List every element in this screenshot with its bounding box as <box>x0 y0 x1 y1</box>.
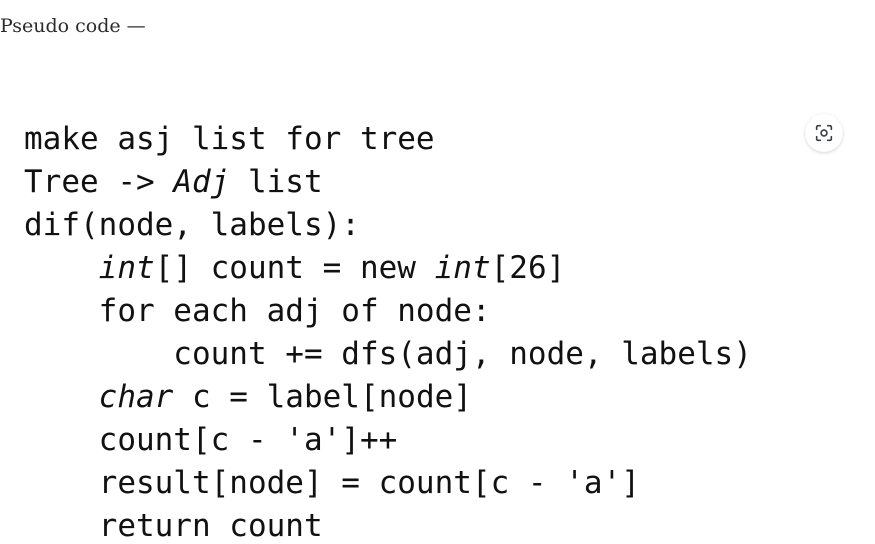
code-token: count[c - 'a']++ <box>24 422 398 458</box>
code-token: Tree -> <box>24 164 174 200</box>
code-line: char c = label[node] <box>24 376 864 419</box>
code-line: count += dfs(adj, node, labels) <box>24 333 864 376</box>
code-token: c = label[node] <box>173 379 472 415</box>
code-line: return count <box>24 505 864 544</box>
code-token: [] count = new <box>154 250 435 286</box>
code-token: for each adj of node: <box>24 293 491 329</box>
code-line: dif(node, labels): <box>24 204 864 247</box>
code-line: for each adj of node: <box>24 290 864 333</box>
code-line: result[node] = count[c - 'a'] <box>24 462 864 505</box>
code-line: Tree -> Adj list <box>24 161 864 204</box>
code-type-token: Adj <box>173 164 230 200</box>
code-token: [26] <box>490 250 566 286</box>
code-block: make asj list for tree Tree -> Adj list di… <box>24 118 864 544</box>
code-token: result[node] = count[c - 'a'] <box>24 465 640 501</box>
code-token: list <box>229 164 323 200</box>
code-line: int[] count = new int[26] <box>24 247 864 290</box>
text-scan-button[interactable] <box>805 114 843 152</box>
code-listing: make asj list for tree Tree -> Adj list di… <box>24 118 864 544</box>
code-line: make asj list for tree <box>24 118 864 161</box>
code-token: make asj list for tree <box>24 121 435 157</box>
page: Pseudo code — make asj list for tree Tree… <box>0 0 875 544</box>
code-token: return count <box>24 508 323 544</box>
code-type-token: int <box>98 250 155 286</box>
code-line: count[c - 'a']++ <box>24 419 864 462</box>
code-token: count += dfs(adj, node, labels) <box>24 336 752 372</box>
code-type-token: char <box>98 379 174 415</box>
intro-text: Pseudo code — <box>0 15 146 37</box>
text-scan-icon <box>815 124 833 142</box>
code-type-token: int <box>434 250 491 286</box>
code-token: dif(node, labels): <box>24 207 360 243</box>
